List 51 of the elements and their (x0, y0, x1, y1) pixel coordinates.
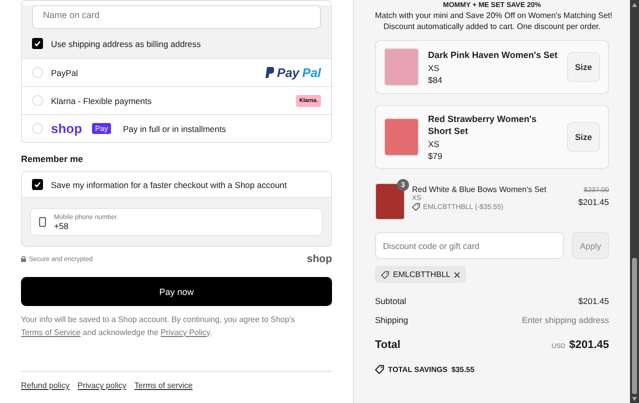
summary-label: Shipping (375, 315, 408, 325)
checkbox-label: Save my information for a faster checkout with a Shop account (51, 180, 287, 190)
checkbox[interactable] (32, 179, 43, 190)
tag-icon (412, 203, 420, 211)
total-label: Total (375, 339, 402, 351)
discount-code-field[interactable]: Discount code or gift card (375, 232, 564, 259)
radio-button[interactable] (32, 95, 43, 106)
product-variant: XS (428, 63, 440, 73)
product-price: $79 (428, 151, 444, 161)
product-variant: XS (428, 139, 440, 149)
close-icon (454, 272, 460, 278)
photo-placeholder (375, 183, 405, 220)
tag-icon (381, 270, 389, 278)
product-name: Red Strawberry Women's Short Set (428, 113, 538, 137)
footer-link[interactable]: Privacy policy (77, 381, 126, 390)
pay-now-button[interactable]: Pay now (21, 277, 332, 306)
promo-text: Discount automatically added to cart. One discount per order. (382, 21, 602, 32)
tag-icon (375, 365, 384, 374)
radio-button[interactable] (32, 123, 43, 134)
lock-icon (21, 256, 26, 262)
photo-placeholder (384, 48, 419, 86)
shop-logo: shop (51, 121, 82, 136)
privacy-link[interactable]: Privacy Policy (160, 328, 210, 336)
payment-option-label[interactable]: Pay in full or in installments (123, 124, 226, 134)
checkbox-label: Use shipping address as billing address (51, 38, 201, 48)
paypal-logo: PayPal (264, 66, 321, 80)
checkbox[interactable] (32, 38, 43, 49)
payment-option-label[interactable]: PayPal (51, 68, 78, 78)
summary-label: Subtotal (375, 296, 406, 306)
terms-link[interactable]: Terms of Service (21, 328, 81, 336)
photo-placeholder (384, 118, 419, 156)
payment-option-label[interactable]: Klarna - Flexible payments (51, 96, 152, 106)
shop-logo: shop (306, 253, 332, 265)
footer-link[interactable]: Refund policy (21, 381, 70, 390)
product-name: Red White & Blue Bows Women's Set (412, 185, 548, 194)
consent-text: Your info will be saved to a Shop account. By continuing, you agree to Shop's Terms of Service and acknowledge the Privacy Policy. (21, 314, 296, 339)
size-button[interactable]: Size (566, 52, 600, 82)
radio-button[interactable] (32, 67, 43, 78)
p-icon (264, 67, 274, 78)
product-price: $84 (428, 75, 444, 85)
size-button[interactable]: Size (566, 122, 600, 152)
applied-discount-tag: EMLCBTTHBLL (375, 266, 466, 283)
phone-icon (39, 217, 46, 227)
summary-value: Enter shipping address (522, 315, 609, 325)
total-value: $201.45 (569, 339, 609, 351)
section-heading: Remember me (21, 154, 84, 164)
summary-value: $201.45 (578, 296, 609, 306)
product-price: $201.45 (578, 197, 609, 207)
name-on-card-field[interactable]: Name on card (32, 5, 321, 29)
product-name: Dark Pink Haven Women's Set (428, 49, 558, 61)
footer-link[interactable]: Terms of service (134, 381, 193, 390)
